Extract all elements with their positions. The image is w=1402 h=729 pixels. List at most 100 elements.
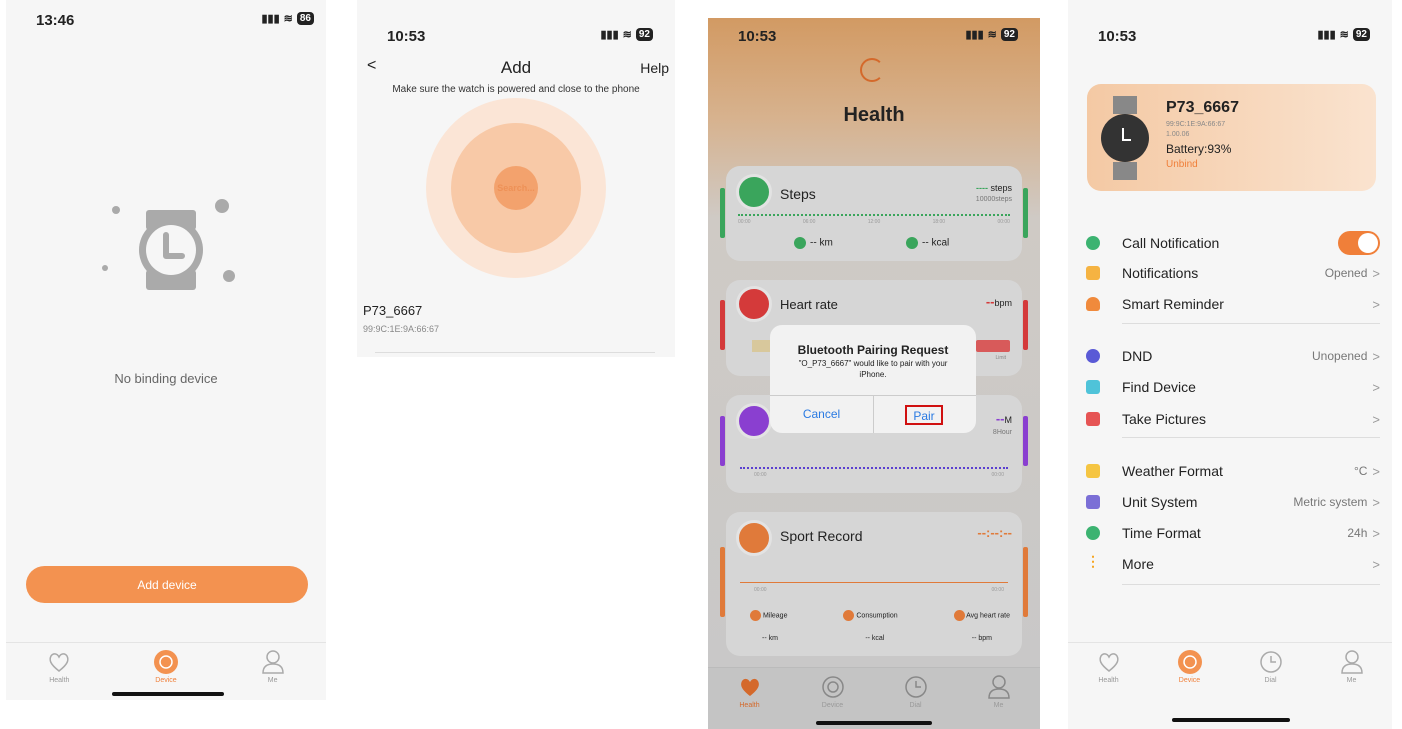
add-device-button[interactable]: Add device: [26, 566, 308, 603]
row-call-notification[interactable]: Call Notification: [1086, 228, 1380, 258]
sport-metrics: Mileage Consumption Avg heart rate: [750, 610, 1010, 621]
add-device-screen: 10:53 ▮▮▮ ≋ 92 < Add Help Make sure the …: [357, 0, 675, 357]
steps-label: Steps: [780, 186, 816, 202]
tab-health[interactable]: Health: [720, 674, 780, 709]
tab-health[interactable]: Health: [29, 649, 89, 684]
help-link[interactable]: Help: [640, 60, 669, 76]
message-icon: [1086, 266, 1100, 280]
row-more[interactable]: ⋮ More >: [1086, 549, 1380, 579]
steps-value: ---- steps 10000steps: [975, 183, 1012, 203]
find-watch-icon: [1086, 380, 1100, 394]
heart-limit-bar: [976, 340, 1010, 352]
sport-start-time: 00:00: [754, 587, 767, 593]
heart-icon: [1098, 653, 1119, 672]
device-name: P73_6667: [363, 303, 423, 318]
divider: [1122, 437, 1380, 438]
divider: [1122, 584, 1380, 585]
chevron-right-icon: >: [1372, 379, 1380, 395]
home-indicator: [816, 721, 932, 725]
status-time: 10:53: [387, 28, 426, 45]
status-time: 10:53: [1098, 28, 1137, 45]
signal-icon: ▮▮▮: [965, 29, 984, 41]
wifi-icon: ≋: [622, 29, 632, 41]
found-device-item[interactable]: P73_6667 99:9C:1E:9A:66:67: [363, 303, 655, 334]
heart-rate-label: Heart rate: [780, 297, 838, 312]
unit-icon: [1086, 495, 1100, 509]
chevron-right-icon: >: [1372, 556, 1380, 572]
chevron-right-icon: >: [1372, 463, 1380, 479]
sleep-icon: [736, 403, 772, 439]
phone-icon: [1086, 236, 1100, 250]
tab-me[interactable]: Me: [969, 674, 1029, 709]
tab-dial[interactable]: Dial: [1241, 649, 1301, 684]
moon-icon: [1086, 349, 1100, 363]
sport-side-right: [1023, 547, 1028, 617]
sleep-side-left: [720, 416, 725, 466]
sleep-start-time: 00:00: [754, 472, 767, 478]
steps-kcal: -- kcal: [906, 237, 949, 249]
user-icon: [1340, 650, 1363, 674]
row-find-device[interactable]: Find Device >: [1086, 372, 1380, 402]
call-notification-toggle[interactable]: [1338, 231, 1380, 255]
sleep-end-time: 00:00: [991, 472, 1004, 478]
tab-me[interactable]: Me: [243, 649, 303, 684]
row-weather-format[interactable]: Weather Format °C >: [1086, 456, 1380, 486]
device-icon: [821, 676, 844, 698]
steps-ticks: 00:00 06:00 12:00 18:00 00:00: [738, 219, 1010, 225]
tab-device[interactable]: Device: [1160, 649, 1220, 684]
device-screen: 10:53 ▮▮▮ ≋ 92 P73_6667 99:9C:1E:9A:66:6…: [1068, 0, 1392, 729]
battery-indicator: 92: [635, 28, 653, 41]
page-title: Health: [843, 104, 905, 126]
status-bar: 13:46 ▮▮▮ ≋ 86: [6, 0, 326, 40]
steps-km: -- km: [794, 237, 833, 249]
tab-health[interactable]: Health: [1079, 649, 1139, 684]
device-icon: [1177, 650, 1202, 674]
chevron-right-icon: >: [1372, 494, 1380, 510]
row-notifications[interactable]: Notifications Opened >: [1086, 258, 1380, 288]
status-icons: ▮▮▮ ≋ 86: [261, 12, 314, 25]
chevron-right-icon: >: [1372, 265, 1380, 281]
pair-button[interactable]: Pair: [905, 405, 943, 425]
device-name: P73_6667: [1166, 99, 1239, 116]
device-card[interactable]: P73_6667 99:9C:1E:9A:66:67 1.00.06 Batte…: [1087, 84, 1376, 191]
health-screen: 10:53 ▮▮▮ ≋ 92 Health Steps ---- steps 1…: [708, 18, 1040, 729]
row-unit-system[interactable]: Unit System Metric system >: [1086, 487, 1380, 517]
clock-icon: [904, 676, 927, 698]
divider: [375, 352, 655, 353]
dialog-button-divider: [873, 395, 874, 433]
tab-device[interactable]: Device: [803, 674, 863, 709]
chevron-right-icon: >: [1372, 411, 1380, 427]
signal-icon: ▮▮▮: [1317, 29, 1336, 41]
home-indicator: [1172, 718, 1290, 722]
sport-record-card[interactable]: Sport Record --:--:-- 00:00 00:00 Mileag…: [726, 512, 1022, 656]
steps-side-left: [720, 188, 725, 238]
steps-side-right: [1023, 188, 1028, 238]
device-battery: Battery:93%: [1166, 142, 1232, 156]
cancel-button[interactable]: Cancel: [770, 407, 873, 421]
clock-icon: [1259, 651, 1282, 673]
battery-indicator: 92: [1352, 28, 1370, 41]
battery-indicator: 86: [296, 12, 314, 25]
dialog-title: Bluetooth Pairing Request: [797, 343, 949, 357]
steps-card[interactable]: Steps ---- steps 10000steps 00:00 06:00 12…: [726, 166, 1022, 261]
sleep-value: --M 8Hour: [992, 411, 1012, 436]
row-take-pictures[interactable]: Take Pictures >: [1086, 404, 1380, 434]
sport-record-value: --:--:--: [977, 525, 1012, 540]
row-dnd[interactable]: DND Unopened >: [1086, 341, 1380, 371]
wifi-icon: ≋: [987, 29, 997, 41]
sleep-side-right: [1023, 416, 1028, 466]
sport-end-time: 00:00: [991, 587, 1004, 593]
tab-device[interactable]: Device: [136, 649, 196, 684]
running-icon: [736, 520, 772, 556]
heart-icon: [740, 678, 759, 696]
heart-side-left: [720, 300, 725, 350]
tab-dial[interactable]: Dial: [886, 674, 946, 709]
sport-side-left: [720, 547, 725, 617]
row-smart-reminder[interactable]: Smart Reminder >: [1086, 289, 1380, 319]
unbind-link[interactable]: Unbind: [1166, 159, 1198, 170]
tab-me[interactable]: Me: [1322, 649, 1382, 684]
no-device-message: No binding device: [114, 371, 218, 386]
bluetooth-pairing-dialog: Bluetooth Pairing Request "O_P73_6667" w…: [770, 325, 976, 433]
search-button[interactable]: Search...: [494, 166, 538, 210]
row-time-format[interactable]: Time Format 24h >: [1086, 518, 1380, 548]
